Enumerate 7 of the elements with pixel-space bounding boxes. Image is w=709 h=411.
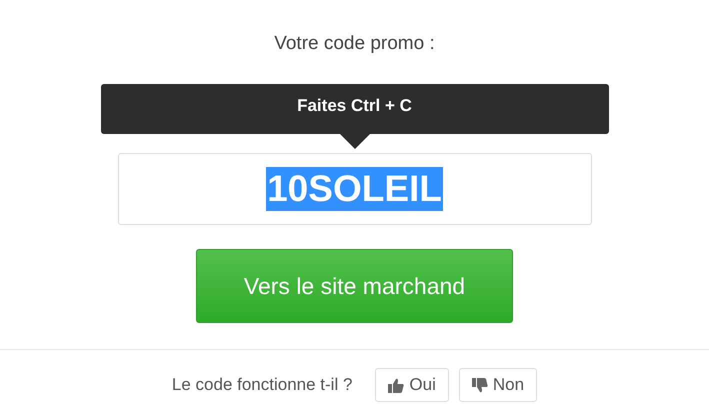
promo-heading: Votre code promo : <box>274 33 435 56</box>
thumbs-down-icon <box>472 378 488 392</box>
no-button[interactable]: Non <box>458 368 538 402</box>
yes-button[interactable]: Oui <box>375 368 449 402</box>
tooltip-pointer-icon <box>340 134 370 149</box>
feedback-question: Le code fonctionne t-il ? <box>172 375 352 395</box>
thumbs-up-icon <box>388 378 404 392</box>
